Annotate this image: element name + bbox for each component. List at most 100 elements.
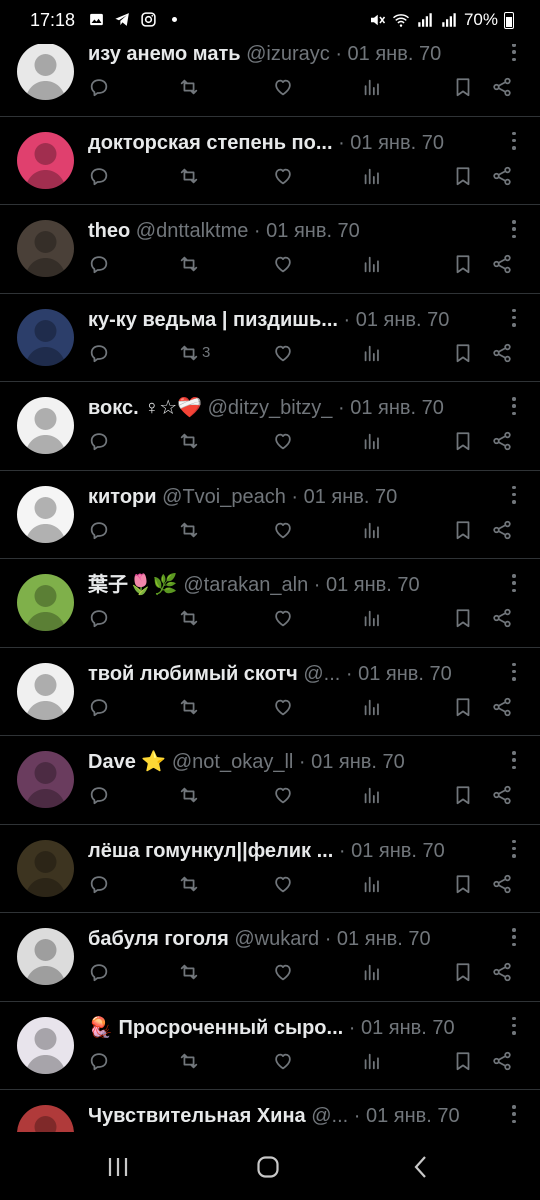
retweet-icon[interactable] <box>178 958 202 986</box>
more-options-icon[interactable] <box>510 660 518 684</box>
share-icon[interactable] <box>491 339 513 367</box>
bookmark-icon[interactable] <box>452 516 474 544</box>
bookmark-icon[interactable] <box>452 604 474 632</box>
reply-icon[interactable] <box>88 781 110 809</box>
bookmark-icon[interactable] <box>452 427 474 455</box>
retweet-icon[interactable] <box>178 516 202 544</box>
views-icon[interactable] <box>361 604 383 632</box>
retweet-icon[interactable] <box>178 1047 202 1075</box>
reply-icon[interactable] <box>88 870 110 898</box>
avatar[interactable] <box>17 1105 74 1132</box>
avatar[interactable] <box>17 574 74 631</box>
more-options-icon[interactable] <box>510 1014 518 1038</box>
share-icon[interactable] <box>491 162 513 190</box>
share-icon[interactable] <box>491 516 513 544</box>
reply-icon[interactable] <box>88 693 110 721</box>
views-icon[interactable] <box>361 781 383 809</box>
more-options-icon[interactable] <box>510 129 518 153</box>
views-icon[interactable] <box>361 250 383 278</box>
avatar[interactable] <box>17 751 74 808</box>
list-item[interactable]: 🪼 Просроченный сыро... · 01 янв. 70 <box>0 1002 540 1090</box>
share-icon[interactable] <box>491 958 513 986</box>
display-name[interactable]: 🪼 Просроченный сыро... <box>88 1017 343 1039</box>
reply-icon[interactable] <box>88 73 110 101</box>
more-options-icon[interactable] <box>510 925 518 949</box>
avatar[interactable] <box>17 928 74 985</box>
bookmark-icon[interactable] <box>452 339 474 367</box>
reply-icon[interactable] <box>88 427 110 455</box>
reply-icon[interactable] <box>88 1047 110 1075</box>
user-handle[interactable]: @izurayc <box>246 44 330 65</box>
display-name[interactable]: китори <box>88 486 157 508</box>
avatar[interactable] <box>17 220 74 277</box>
avatar[interactable] <box>17 839 74 897</box>
reply-icon[interactable] <box>88 339 110 367</box>
display-name[interactable]: изу анемо мать <box>88 44 241 65</box>
user-handle[interactable]: @ditzy_bitzy_ <box>208 397 333 419</box>
like-icon[interactable] <box>272 781 294 809</box>
list-item[interactable]: вокс. ♀☆❤️‍🩹 @ditzy_bitzy_ · 01 янв. 70 <box>0 382 540 471</box>
share-icon[interactable] <box>491 250 513 278</box>
display-name[interactable]: вокс. ♀☆❤️‍🩹 <box>88 397 202 419</box>
retweet-icon[interactable] <box>178 162 202 190</box>
display-name[interactable]: ку-ку ведьма | пиздишь... <box>88 309 338 331</box>
more-options-icon[interactable] <box>510 748 518 772</box>
bookmark-icon[interactable] <box>452 73 474 101</box>
retweet-icon[interactable] <box>178 781 202 809</box>
like-icon[interactable] <box>272 1047 294 1075</box>
like-icon[interactable] <box>272 958 294 986</box>
avatar[interactable] <box>17 131 74 189</box>
display-name[interactable]: лёша гомункул||фелик ... <box>88 840 333 862</box>
views-icon[interactable] <box>361 427 383 455</box>
user-handle[interactable]: @tarakan_aln <box>183 574 308 596</box>
share-icon[interactable] <box>491 781 513 809</box>
list-item[interactable]: Чувствительная Хина @... · 01 янв. 70 <box>0 1090 540 1132</box>
like-icon[interactable] <box>272 73 294 101</box>
display-name[interactable]: Dave ⭐ <box>88 751 166 773</box>
bookmark-icon[interactable] <box>452 162 474 190</box>
user-handle[interactable]: @wukard <box>234 928 319 950</box>
share-icon[interactable] <box>491 73 513 101</box>
share-icon[interactable] <box>491 693 513 721</box>
list-item[interactable]: изу анемо мать @izurayc · 01 янв. 70 <box>0 44 540 117</box>
user-handle[interactable]: @not_okay_ll <box>172 751 293 773</box>
more-options-icon[interactable] <box>510 217 518 241</box>
list-item[interactable]: Dave ⭐ @not_okay_ll · 01 янв. 70 <box>0 736 540 825</box>
more-options-icon[interactable] <box>510 1102 518 1126</box>
display-name[interactable]: 葉子🌷🌿 <box>88 574 178 596</box>
share-icon[interactable] <box>491 870 513 898</box>
views-icon[interactable] <box>361 516 383 544</box>
list-item[interactable]: theo @dnttalktme · 01 янв. 70 <box>0 205 540 294</box>
bookmark-icon[interactable] <box>452 693 474 721</box>
views-icon[interactable] <box>361 693 383 721</box>
retweet-icon[interactable] <box>178 73 202 101</box>
reply-icon[interactable] <box>88 604 110 632</box>
recent-apps-icon[interactable] <box>103 1154 133 1180</box>
more-options-icon[interactable] <box>510 837 518 861</box>
user-handle[interactable]: @dnttalktme <box>136 220 249 242</box>
home-icon[interactable] <box>253 1154 283 1180</box>
avatar[interactable] <box>17 1016 74 1074</box>
avatar[interactable] <box>17 44 74 100</box>
back-icon[interactable] <box>405 1154 435 1180</box>
user-handle[interactable]: @Tvoi_peach <box>162 486 286 508</box>
views-icon[interactable] <box>361 339 383 367</box>
list-item[interactable]: твой любимый скотч @... · 01 янв. 70 <box>0 648 540 736</box>
list-item[interactable]: китори @Tvoi_peach · 01 янв. 70 <box>0 471 540 559</box>
bookmark-icon[interactable] <box>452 1047 474 1075</box>
retweet-icon[interactable] <box>178 693 202 721</box>
share-icon[interactable] <box>491 604 513 632</box>
avatar[interactable] <box>17 485 74 543</box>
like-icon[interactable] <box>272 250 294 278</box>
like-icon[interactable] <box>272 516 294 544</box>
list-item[interactable]: ку-ку ведьма | пиздишь... · 01 янв. 70 3 <box>0 294 540 382</box>
bookmark-icon[interactable] <box>452 250 474 278</box>
list-item[interactable]: лёша гомункул||фелик ... · 01 янв. 70 <box>0 825 540 913</box>
bookmark-icon[interactable] <box>452 958 474 986</box>
views-icon[interactable] <box>361 958 383 986</box>
user-handle[interactable]: @... <box>303 663 340 685</box>
more-options-icon[interactable] <box>510 44 518 64</box>
retweet-icon[interactable] <box>178 604 202 632</box>
retweet-icon[interactable] <box>178 250 202 278</box>
avatar[interactable] <box>17 308 74 366</box>
